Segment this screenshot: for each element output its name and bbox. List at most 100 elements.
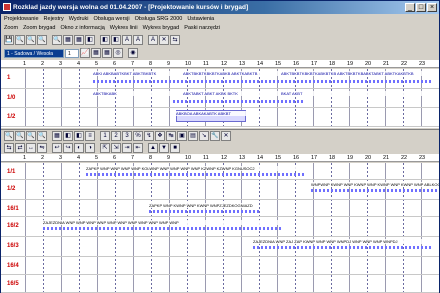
toolbar-icon[interactable]: 🔍 bbox=[37, 35, 47, 45]
hour-ruler-top: 1 2 3 4 5 6 7 8 9 10 11 12 13 14 15 16 17 18 19 20 21 22 23 bbox=[1, 60, 439, 68]
toolbar-icon[interactable]: ◉ bbox=[128, 48, 138, 58]
toolbar-icon[interactable]: ↘ bbox=[199, 131, 209, 141]
toolbar-icon[interactable]: A bbox=[133, 35, 143, 45]
close-button[interactable]: × bbox=[427, 3, 437, 12]
hour-tick: 19 bbox=[347, 61, 354, 67]
toolbar-icon[interactable]: ◧ bbox=[100, 35, 110, 45]
toolbar-icon[interactable]: ↩ bbox=[52, 143, 62, 153]
toolbar-icon[interactable]: ⇱ bbox=[100, 143, 110, 153]
brigade-row[interactable]: 1/2 WNPWNP KWNP WNP KWNP WNP KWNP WNP KWN… bbox=[1, 180, 439, 200]
toolbar-icon[interactable]: ⇲ bbox=[111, 143, 121, 153]
toolbar-icon[interactable]: ▦ bbox=[102, 48, 112, 58]
toolbar-icon[interactable]: ↔ bbox=[26, 143, 36, 153]
menu-item[interactable]: Obsługa wersji bbox=[94, 15, 130, 24]
toolbar-icon[interactable]: 🔍 bbox=[26, 35, 36, 45]
toolbar-icon[interactable]: 🔍 bbox=[37, 131, 47, 141]
toolbar-icon[interactable]: 🔍 bbox=[15, 35, 25, 45]
brigade-row[interactable]: 16/4 bbox=[1, 257, 439, 275]
toolbar-4: ⇆ ⇄ ↔ ⇋ ↩ ↪ ◐ ◑ ⇱ ⇲ ⇥ ⇤ ▲ ▼ ■ bbox=[1, 142, 439, 154]
toolbar-icon[interactable]: ↪ bbox=[63, 143, 73, 153]
brigade-row[interactable]: 16/2 ZAJEZDNIA WNP WNP WNP WNP WNP WNP WN… bbox=[1, 217, 439, 237]
toolbar-icon[interactable]: ◎ bbox=[113, 48, 123, 58]
brigade-text: ZAJEZDNIA WNP WNP WNP WNP WNP WNP WNP WN… bbox=[43, 220, 283, 225]
brigade-text: WNPWNP KWNP WNP KWNP WNP KWNP WNP KWNP W… bbox=[311, 182, 439, 187]
toolbar-icon[interactable]: ⇋ bbox=[37, 143, 47, 153]
toolbar-icon[interactable]: ◐ bbox=[74, 143, 84, 153]
brigade-row[interactable]: 16/5 bbox=[1, 275, 439, 293]
toolbar-icon[interactable]: ▦ bbox=[91, 48, 101, 58]
toolbar-icon[interactable]: ≡ bbox=[85, 131, 95, 141]
brigade-row[interactable]: 16/3 ZAJEZDNIA WNP ZAJ ZAP KWNP WNP WNP W… bbox=[1, 237, 439, 257]
toolbar-icon[interactable]: 🔍 bbox=[4, 131, 14, 141]
toolbar-icon[interactable]: 💾 bbox=[4, 35, 14, 45]
line-select[interactable]: 1 - Sadowa / Wesoła bbox=[4, 48, 64, 58]
toolbar-icon[interactable]: ▲ bbox=[148, 143, 158, 153]
toolbar-icon[interactable]: ✕ bbox=[159, 35, 169, 45]
toolbar-icon[interactable]: ⇄ bbox=[15, 143, 25, 153]
menu-item[interactable]: Rejestry bbox=[44, 15, 64, 24]
toolbar-icon[interactable]: ⇤ bbox=[133, 143, 143, 153]
toolbar-icon[interactable]: ▤ bbox=[188, 131, 198, 141]
zoom-number-button[interactable]: 2 bbox=[111, 131, 121, 141]
toolbar-icon[interactable]: ▦ bbox=[52, 131, 62, 141]
menu-item[interactable]: Wykres brygad bbox=[143, 24, 180, 33]
hour-tick: 5 bbox=[95, 155, 99, 161]
brigade-row[interactable]: 1/1 ZAPKP WNP WNP WNP WNP KOLWNP WNP WNP … bbox=[1, 163, 439, 180]
toolbar-icon[interactable]: ◧ bbox=[74, 131, 84, 141]
hour-tick: 12 bbox=[221, 61, 228, 67]
toolbar-icon[interactable]: 🔍 bbox=[15, 131, 25, 141]
toolbar-icon[interactable]: 📈 bbox=[80, 48, 90, 58]
toolbar-icon[interactable]: ✕ bbox=[221, 131, 231, 141]
toolbar-icon[interactable]: ▦ bbox=[63, 35, 73, 45]
toolbar-icon[interactable]: ◧ bbox=[111, 35, 121, 45]
toolbar-icon[interactable]: ▦ bbox=[74, 35, 84, 45]
menu-item[interactable]: Projektowanie bbox=[4, 15, 39, 24]
menu-item[interactable]: Wydruki bbox=[69, 15, 89, 24]
toolbar-icon[interactable]: 🔍 bbox=[52, 35, 62, 45]
toolbar-icon[interactable]: 🔧 bbox=[210, 131, 220, 141]
course-text: ABKBOA ABKAKABTK ABKBT bbox=[176, 111, 271, 116]
hour-tick: 8 bbox=[149, 61, 153, 67]
toolbar-icon[interactable]: ◧ bbox=[63, 131, 73, 141]
course-text: ABKTBKABK bbox=[93, 91, 173, 96]
menu-item[interactable]: Paski narzędzi bbox=[184, 24, 220, 33]
line-row[interactable]: 1 ABKI ABKBABTKBKT ABKTBKBTK ABKTBKBTKBKBT… bbox=[1, 69, 439, 89]
toolbar-icon[interactable]: ⇥ bbox=[122, 143, 132, 153]
toolbar-icon[interactable]: ◑ bbox=[85, 143, 95, 153]
brigade-text: ZAPKP WNP KWNP WNP KWNP WNPZJEZDKOGNIAZD bbox=[149, 203, 259, 208]
toolbar-icon[interactable]: ❖ bbox=[155, 131, 165, 141]
toolbar-icon[interactable]: ↯ bbox=[144, 131, 154, 141]
direction-select[interactable]: 1 bbox=[65, 48, 79, 58]
line-row[interactable]: 1/0 ABKTBKABK ABKTABKT ABKT AKBK BKTK BKAT … bbox=[1, 89, 439, 108]
toolbar-icon[interactable]: A bbox=[122, 35, 132, 45]
toolbar-icon[interactable]: ↹ bbox=[166, 131, 176, 141]
app-window: Rozklad jazdy wersja wolna od 01.04.2007… bbox=[0, 0, 440, 293]
zoom-number-button[interactable]: % bbox=[133, 131, 143, 141]
minimize-button[interactable]: _ bbox=[405, 3, 415, 12]
zoom-number-button[interactable]: 1 bbox=[100, 131, 110, 141]
toolbar-icon[interactable]: ◧ bbox=[85, 35, 95, 45]
menu-item[interactable]: Obsługa SRG 2000 bbox=[135, 15, 183, 24]
zoom-number-button[interactable]: 3 bbox=[122, 131, 132, 141]
toolbar-icon[interactable]: ⇆ bbox=[4, 143, 14, 153]
title-bar: Rozklad jazdy wersja wolna od 01.04.2007… bbox=[1, 1, 439, 14]
brigade-dots bbox=[253, 246, 433, 249]
line-row[interactable]: 1/2 ABKBOA ABKAKABTK ABKBT bbox=[1, 108, 439, 127]
hour-tick: 17 bbox=[311, 155, 318, 161]
toolbar-icon[interactable]: ▣ bbox=[177, 131, 187, 141]
toolbar-icon[interactable]: ▼ bbox=[159, 143, 169, 153]
menu-item[interactable]: Zoom brygad bbox=[23, 24, 55, 33]
toolbar-icon[interactable]: ⇆ bbox=[170, 35, 180, 45]
hour-tick: 9 bbox=[167, 61, 171, 67]
brigade-row[interactable]: 16/1 ZAPKP WNP KWNP WNP KWNP WNPZJEZDKOGN… bbox=[1, 200, 439, 217]
menu-item[interactable]: Okno z informacją bbox=[60, 24, 104, 33]
toolbar-icon[interactable]: A bbox=[148, 35, 158, 45]
menu-item[interactable]: Zoom bbox=[4, 24, 18, 33]
hour-tick: 12 bbox=[221, 155, 228, 161]
toolbar-icon[interactable]: ■ bbox=[170, 143, 180, 153]
menu-item[interactable]: Wykres linii bbox=[110, 24, 138, 33]
hour-tick: 1 bbox=[23, 61, 27, 67]
toolbar-icon[interactable]: 🔍 bbox=[26, 131, 36, 141]
menu-item[interactable]: Ustawienia bbox=[187, 15, 214, 24]
maximize-button[interactable]: □ bbox=[416, 3, 426, 12]
